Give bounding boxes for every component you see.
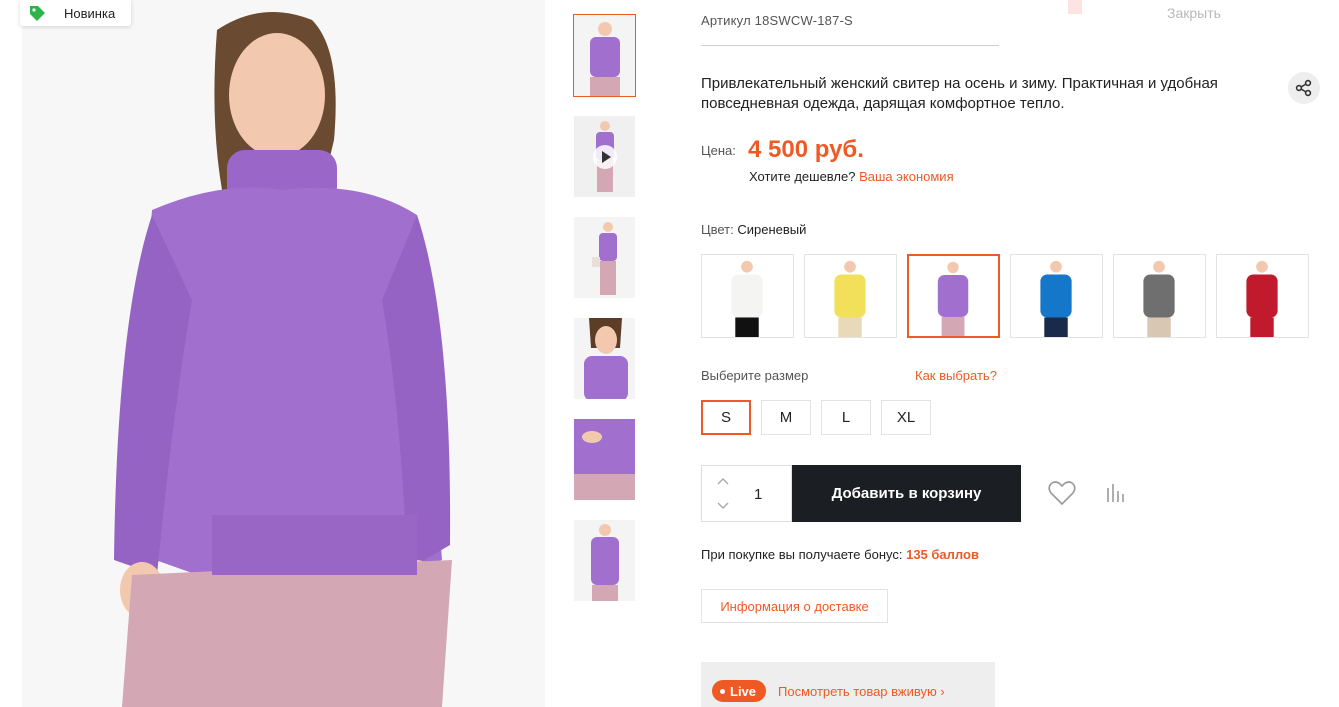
bonus-text: При покупке вы получаете бонус: [701, 547, 903, 562]
color-swatches [701, 254, 1319, 338]
add-to-cart-button[interactable]: Добавить в корзину [792, 465, 1021, 522]
swatch-model-image [1011, 255, 1102, 337]
quantity-stepper: 1 [701, 465, 792, 522]
swatch-model-image [702, 255, 793, 337]
live-badge: Live [712, 680, 767, 702]
thumbnail-1[interactable] [573, 14, 636, 97]
main-product-photo[interactable] [22, 0, 545, 707]
color-swatch[interactable] [804, 254, 897, 338]
swatch-model-image [805, 255, 896, 337]
color-row: Цвет: Сиреневый [701, 222, 806, 237]
size-m-button[interactable]: M [761, 400, 811, 435]
thumbnail-4[interactable] [573, 317, 636, 400]
share-button[interactable] [1288, 72, 1320, 104]
share-icon [1295, 79, 1312, 97]
thumbnail-video[interactable] [573, 115, 636, 198]
swatch-model-image [1114, 255, 1205, 337]
heart-icon[interactable] [1048, 480, 1076, 506]
new-badge-label: Новинка [64, 5, 116, 21]
swatch-model-image [909, 256, 998, 336]
quantity-value[interactable]: 1 [754, 486, 762, 503]
cheaper-text: Хотите дешевле? [749, 169, 856, 184]
swatch-model-image [1217, 255, 1308, 337]
color-label: Цвет: [701, 222, 734, 237]
thumbnail-list [573, 14, 637, 620]
thumbnail-6[interactable] [573, 519, 636, 602]
live-view-link[interactable]: Посмотреть товар вживую › [778, 684, 945, 699]
color-swatch[interactable] [1010, 254, 1103, 338]
color-selected: Сиреневый [737, 222, 807, 237]
size-options: S M L XL [701, 400, 941, 435]
product-description: Привлекательный женский свитер на осень … [701, 75, 1218, 112]
size-l-button[interactable]: L [821, 400, 871, 435]
bonus-row: При покупке вы получаете бонус: 135 балл… [701, 547, 979, 562]
close-link[interactable]: Закрыть [1167, 5, 1221, 21]
article-number: Артикул 18SWCW-187-S [701, 13, 853, 28]
color-swatch[interactable] [701, 254, 794, 338]
tag-icon [30, 6, 45, 21]
new-badge: Новинка [20, 0, 131, 26]
size-s-button[interactable]: S [701, 400, 751, 435]
color-swatch[interactable] [1113, 254, 1206, 338]
thumbnail-3[interactable] [573, 216, 636, 299]
color-swatch[interactable] [1216, 254, 1309, 338]
size-label: Выберите размер [701, 368, 809, 383]
delivery-info-button[interactable]: Информация о доставке [701, 589, 888, 623]
decorative-mark [1068, 0, 1082, 14]
savings-link[interactable]: Ваша экономия [859, 169, 954, 184]
chevron-down-icon[interactable] [716, 499, 730, 513]
bonus-value: 135 баллов [906, 547, 979, 562]
price-value: 4 500 руб. [748, 136, 864, 163]
play-icon[interactable] [593, 145, 617, 169]
divider [701, 45, 999, 46]
live-view-panel[interactable]: Live Посмотреть товар вживую › [701, 662, 995, 707]
compare-icon[interactable] [1105, 482, 1127, 504]
color-swatch[interactable] [907, 254, 1000, 338]
chevron-up-icon[interactable] [716, 474, 730, 488]
size-xl-button[interactable]: XL [881, 400, 931, 435]
thumbnail-5[interactable] [573, 418, 636, 501]
cheaper-row: Хотите дешевле? Ваша экономия [749, 169, 954, 184]
price-label: Цена: [701, 143, 736, 158]
size-guide-link[interactable]: Как выбрать? [915, 368, 997, 383]
model-illustration [22, 0, 545, 707]
